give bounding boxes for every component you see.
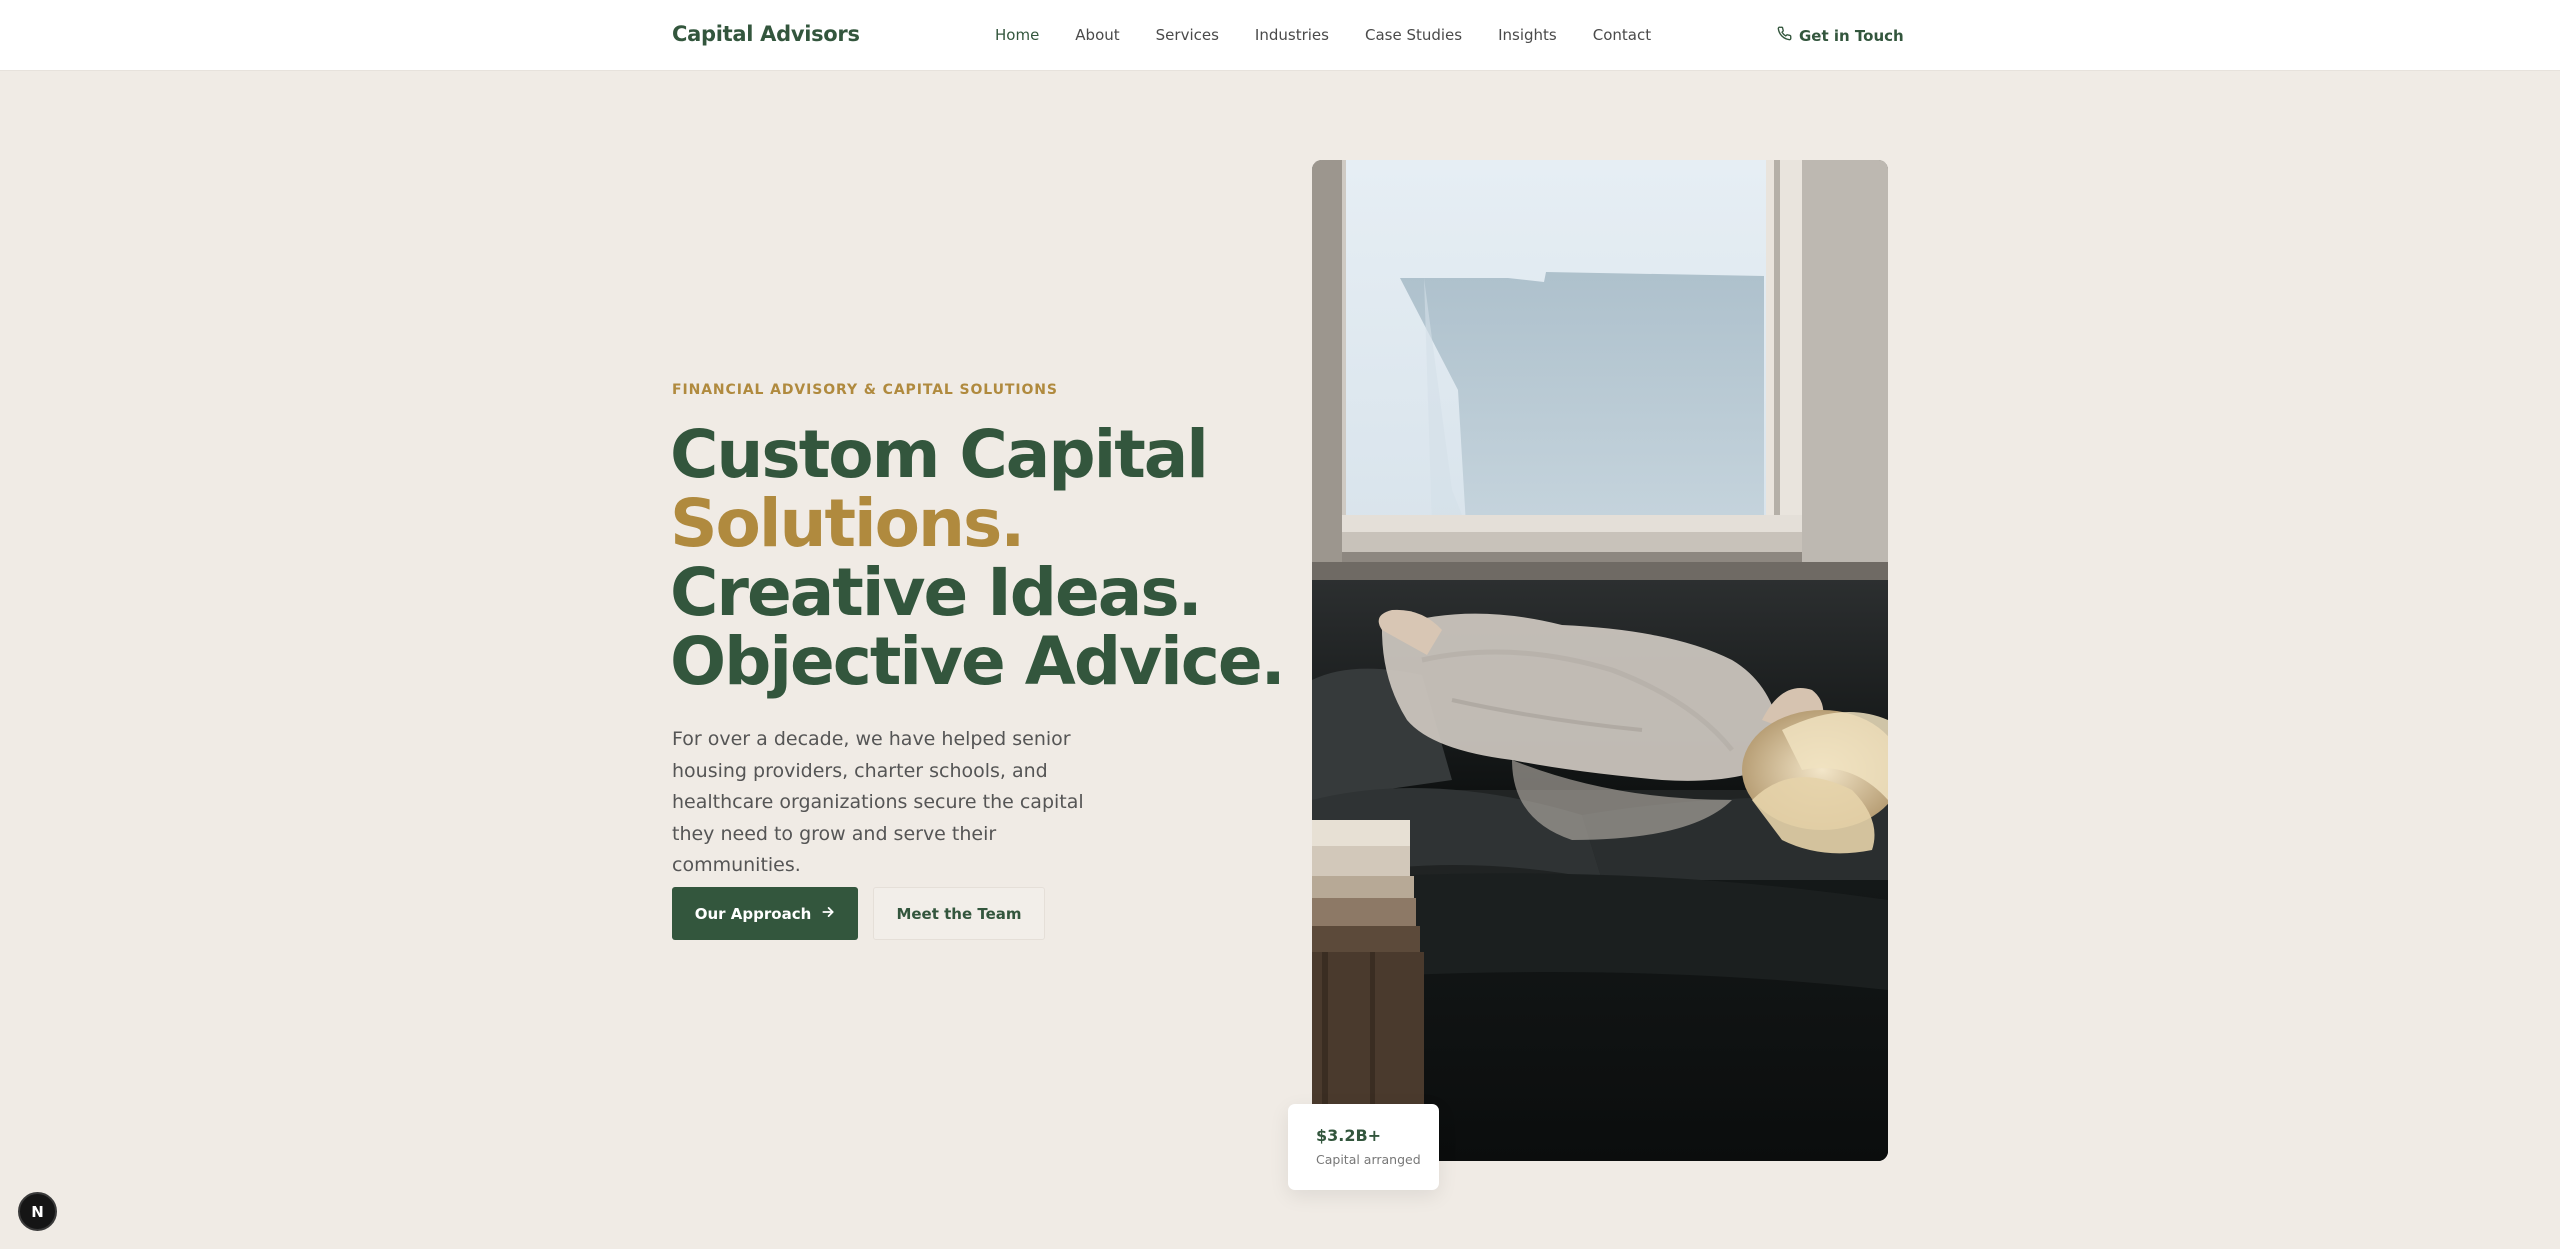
our-approach-label: Our Approach [694,904,812,923]
hero-description: For over a decade, we have helped senior… [672,728,1084,876]
nav-link-industries[interactable]: Industries [1255,26,1329,44]
main-nav: Home About Services Industries Case Stud… [995,26,1651,45]
nav-item-industries: Industries [1255,26,1329,45]
nav-item-services: Services [1156,26,1219,45]
nav-link-contact[interactable]: Contact [1593,26,1651,44]
headline-line-2: Solutions. [670,485,1025,562]
headline-line-1: Custom Capital [670,416,1209,493]
phone-icon [1777,26,1792,45]
stat-label: Capital arranged [1316,1152,1421,1167]
our-approach-button[interactable]: Our Approach [672,887,858,940]
hero-photo [1312,160,1888,1161]
site-logo[interactable]: Capital Advisors [672,22,860,46]
capital-stat-card: $3.2B+ Capital arranged [1288,1104,1439,1190]
nav-item-contact: Contact [1593,26,1651,45]
get-in-touch-link[interactable]: Get in Touch [1777,26,1904,45]
nav-link-case-studies[interactable]: Case Studies [1365,26,1462,44]
stat-value: $3.2B+ [1316,1126,1382,1145]
nav-item-about: About [1075,26,1119,45]
nav-item-insights: Insights [1498,26,1557,45]
nav-link-about[interactable]: About [1075,26,1119,44]
headline-line-3: Creative Ideas. [670,554,1203,631]
headline-line-4: Objective Advice. [670,623,1286,700]
nav-link-services[interactable]: Services [1156,26,1219,44]
hero-eyebrow: FINANCIAL ADVISORY & CAPITAL SOLUTIONS [672,382,1058,398]
nav-link-home[interactable]: Home [995,26,1039,44]
nav-item-case-studies: Case Studies [1365,26,1462,45]
woman-resting-by-window-image [1312,160,1888,1161]
site-header: Capital Advisors Home About Services Ind… [0,0,2560,71]
meet-the-team-button[interactable]: Meet the Team [873,887,1045,940]
nav-item-home: Home [995,26,1039,45]
hero-headline: Custom Capital Solutions. Creative Ideas… [670,416,1286,700]
get-in-touch-label: Get in Touch [1799,26,1904,45]
arrow-right-icon [821,905,835,923]
nav-link-insights[interactable]: Insights [1498,26,1557,44]
nextjs-dev-badge[interactable]: N [18,1192,57,1231]
